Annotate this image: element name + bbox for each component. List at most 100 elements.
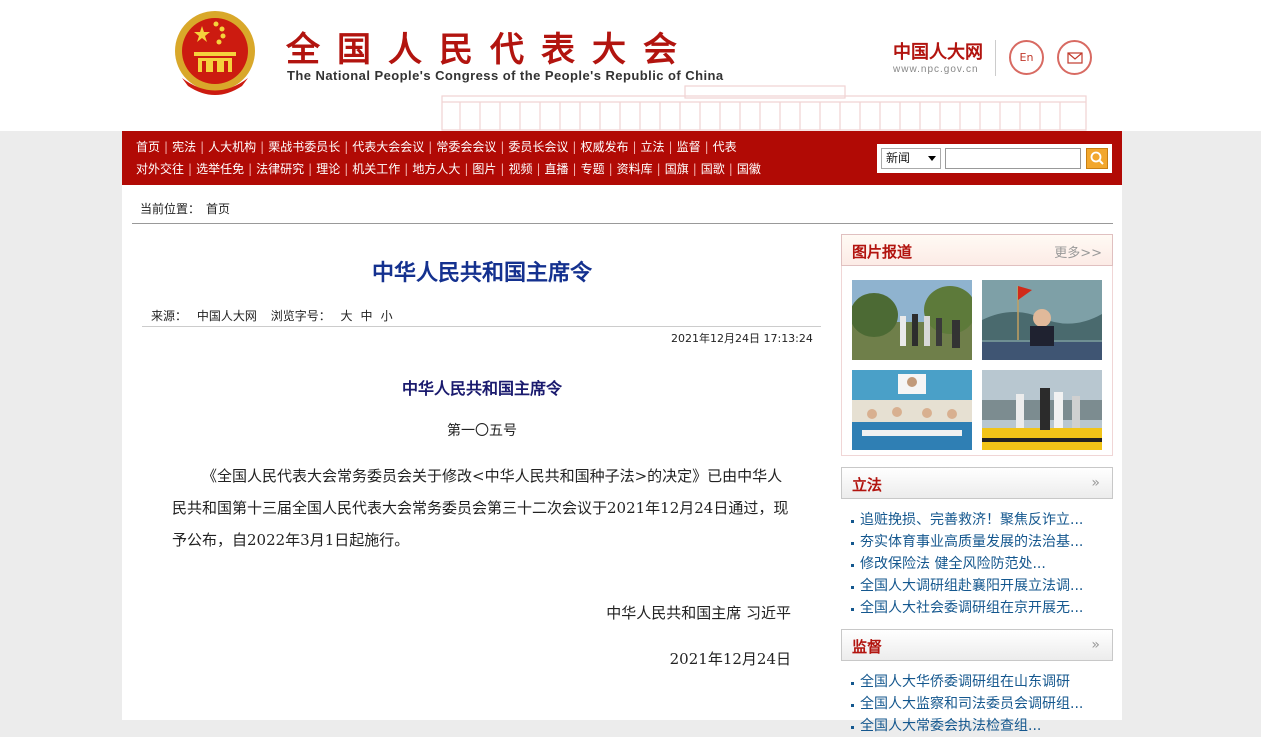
nav-item-videos[interactable]: 视频 (508, 162, 532, 176)
nav-row-2: 对外交往 | 选举任免 | 法律研究 | 理论 | 机关工作 | 地方人大 | 图片 | 视频 | 直播 | 专题 |… (136, 159, 761, 179)
list-item-title: 全国人大社会委调研组在京开展无... (860, 600, 1084, 616)
legislation-title: 立法 (852, 476, 883, 494)
list-item[interactable]: 全国人大华侨委调研组在山东调研 (841, 671, 1113, 693)
list-item[interactable]: 全国人大调研组赴襄阳开展立法调... (841, 575, 1113, 597)
source-value: 中国人大网 (196, 309, 257, 323)
nav-separator: | (344, 140, 349, 154)
nav-item-elections[interactable]: 选举任免 (196, 162, 244, 176)
nav-item-local-congress[interactable]: 地方人大 (412, 162, 460, 176)
nav-item-chairmen-meetings[interactable]: 委员长会议 (508, 140, 568, 154)
nav-separator: | (668, 140, 673, 154)
nav-item-office-work[interactable]: 机关工作 (352, 162, 400, 176)
photo-grid (841, 266, 1113, 456)
nav-item-npc-institutions[interactable]: 人大机构 (208, 140, 256, 154)
nav-separator: | (572, 162, 577, 176)
english-button-label: En (1019, 51, 1034, 64)
nav-separator: | (428, 140, 433, 154)
nav-separator: | (608, 162, 613, 176)
font-size-small[interactable]: 小 (381, 309, 393, 323)
bullet-icon (851, 608, 854, 611)
site-title-en: The National People's Congress of the Pe… (287, 68, 724, 83)
nav-item-releases[interactable]: 权威发布 (580, 140, 628, 154)
npc-logo[interactable]: 中国人大网 www.npc.gov.cn (893, 42, 989, 78)
article-meta: 来源： 中国人大网 浏览字号： 大中小 (151, 307, 401, 324)
supervision-news-list: 全国人大华侨委调研组在山东调研 全国人大监察和司法委员会调研组... 全国人大常… (841, 661, 1113, 737)
nav-item-legislation[interactable]: 立法 (641, 140, 665, 154)
nav-separator: | (500, 140, 505, 154)
font-size-large[interactable]: 大 (341, 309, 353, 323)
nav-row-1: 首页 | 宪法 | 人大机构 | 栗战书委员长 | 代表大会会议 | 常委会会议 | 委员长会议 | 权威发… (136, 137, 737, 157)
legislation-header[interactable]: 立法 » (841, 467, 1113, 499)
font-size-label: 浏览字号： (270, 309, 331, 323)
supervision-panel: 监督 » 全国人大华侨委调研组在山东调研 全国人大监察和司法委员会调研组... … (841, 629, 1113, 737)
order-title: 中华人民共和国主席令 (401, 379, 562, 398)
nav-separator: | (500, 162, 505, 176)
npc-logo-url: www.npc.gov.cn (893, 64, 979, 75)
bullet-icon (851, 520, 854, 523)
nav-separator: | (632, 140, 637, 154)
supervision-header[interactable]: 监督 » (841, 629, 1113, 661)
chevron-right-icon[interactable]: » (1091, 637, 1100, 653)
site-header: 全国人民代表大会 The National People's Congress … (0, 0, 1261, 131)
english-button[interactable]: En (1009, 40, 1044, 75)
photo-thumbnail[interactable] (982, 370, 1102, 450)
nav-item-national-emblem[interactable]: 国徽 (737, 162, 761, 176)
nav-item-chairman[interactable]: 栗战书委员长 (268, 140, 340, 154)
nav-separator: | (164, 140, 169, 154)
search-button[interactable] (1086, 148, 1108, 169)
photo-news-header: 图片报道 更多>> (841, 234, 1113, 266)
nav-item-deputies[interactable]: 代表 (713, 140, 737, 154)
nav-item-supervision[interactable]: 监督 (677, 140, 701, 154)
chevron-right-icon[interactable]: » (1091, 475, 1100, 491)
search-input[interactable] (945, 148, 1081, 169)
article-sign-date: 2021年12月24日 (669, 650, 791, 668)
nav-item-standing-committee-sessions[interactable]: 常委会会议 (436, 140, 496, 154)
nav-item-theory[interactable]: 理论 (316, 162, 340, 176)
font-size-medium[interactable]: 中 (361, 309, 373, 323)
national-emblem-icon[interactable] (172, 8, 258, 98)
nav-item-live[interactable]: 直播 (545, 162, 569, 176)
nav-separator: | (536, 162, 541, 176)
nav-item-home[interactable]: 首页 (136, 140, 160, 154)
legislation-panel: 立法 » 追赃挽损、完善救济！聚焦反诈立... 夯实体育事业高质量发展的法治基.… (841, 467, 1113, 619)
photo-thumbnail[interactable] (852, 370, 972, 450)
nav-separator: | (656, 162, 661, 176)
list-item[interactable]: 修改保险法 健全风险防范处... (841, 553, 1113, 575)
legislation-news-list: 追赃挽损、完善救济！聚焦反诈立... 夯实体育事业高质量发展的法治基... 修改… (841, 499, 1113, 619)
bullet-icon (851, 586, 854, 589)
list-item-title: 全国人大监察和司法委员会调研组... (860, 696, 1084, 712)
list-item-title: 全国人大调研组赴襄阳开展立法调... (860, 578, 1084, 594)
nav-item-national-flag[interactable]: 国旗 (665, 162, 689, 176)
search-category-select[interactable]: 新闻 (881, 148, 941, 169)
nav-item-foreign-affairs[interactable]: 对外交往 (136, 162, 184, 176)
photo-thumbnail[interactable] (982, 280, 1102, 360)
mail-button[interactable] (1057, 40, 1092, 75)
breadcrumb-divider (132, 223, 1113, 224)
nav-separator: | (248, 162, 253, 176)
breadcrumb-home-link[interactable]: 首页 (206, 202, 230, 216)
nav-separator: | (728, 162, 733, 176)
nav-item-photos[interactable]: 图片 (472, 162, 496, 176)
nav-item-constitution[interactable]: 宪法 (172, 140, 196, 154)
nav-item-topics[interactable]: 专题 (581, 162, 605, 176)
list-item[interactable]: 全国人大常委会执法检查组... (841, 715, 1113, 737)
nav-item-database[interactable]: 资料库 (617, 162, 653, 176)
nav-item-congress-sessions[interactable]: 代表大会会议 (352, 140, 424, 154)
nav-separator: | (572, 140, 577, 154)
list-item[interactable]: 夯实体育事业高质量发展的法治基... (841, 531, 1113, 553)
photo-news-more-link[interactable]: 更多>> (1054, 242, 1102, 261)
header-divider (995, 40, 996, 76)
list-item[interactable]: 追赃挽损、完善救济！聚焦反诈立... (841, 509, 1113, 531)
nav-separator: | (464, 162, 469, 176)
npc-logo-cn: 中国人大网 (893, 42, 983, 63)
breadcrumb-label: 当前位置： (140, 202, 201, 216)
list-item-title: 全国人大常委会执法检查组... (860, 718, 1042, 734)
list-item[interactable]: 全国人大监察和司法委员会调研组... (841, 693, 1113, 715)
photo-thumbnail[interactable] (852, 280, 972, 360)
nav-separator: | (260, 140, 265, 154)
nav-item-national-anthem[interactable]: 国歌 (701, 162, 725, 176)
list-item[interactable]: 全国人大社会委调研组在京开展无... (841, 597, 1113, 619)
nav-separator: | (308, 162, 313, 176)
nav-item-law-research[interactable]: 法律研究 (256, 162, 304, 176)
list-item-title: 追赃挽损、完善救济！聚焦反诈立... (860, 512, 1084, 528)
